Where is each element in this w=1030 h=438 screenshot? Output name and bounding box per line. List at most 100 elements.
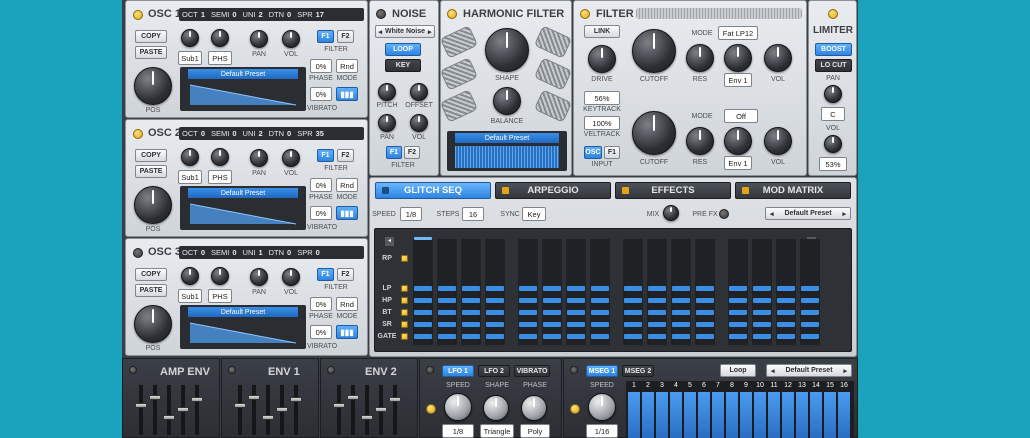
seq-step-on[interactable] [624, 334, 642, 339]
lfo1-tab[interactable]: LFO 1 [442, 365, 474, 377]
filter2-env-knob[interactable] [724, 127, 752, 155]
seq-step-on[interactable] [801, 286, 819, 291]
seq-step-on[interactable] [729, 298, 747, 303]
mseg-preset-select[interactable]: ◂ Default Preset ▸ [766, 364, 852, 377]
osc-filter1-button[interactable]: F1 [317, 30, 334, 43]
env2-led[interactable] [327, 366, 335, 374]
osc-mode-piano-button[interactable]: ▮▮▮ [336, 87, 358, 101]
mseg-step-bar[interactable] [684, 392, 696, 438]
seq-step-on[interactable] [567, 334, 585, 339]
env-fader-cap[interactable] [333, 403, 345, 408]
noise-vol-knob[interactable] [410, 114, 428, 132]
seq-step-column[interactable] [413, 239, 433, 345]
seq-step-on[interactable] [486, 334, 504, 339]
seq-step-on[interactable] [591, 286, 609, 291]
seq-mix-knob[interactable] [663, 205, 679, 221]
mseg-step-bar[interactable] [740, 392, 752, 438]
noise-type-select[interactable]: ◂ White Noise ▸ [375, 25, 435, 38]
seq-step-column[interactable] [542, 239, 562, 345]
osc-phs-select[interactable]: PHS [208, 51, 232, 65]
mseg-step-bar[interactable] [754, 392, 766, 438]
osc-pan-knob[interactable] [250, 149, 268, 167]
osc-phase-value[interactable]: 0% [310, 178, 332, 192]
osc-random-button[interactable]: Rnd [336, 297, 358, 311]
filter-power-led[interactable] [580, 9, 590, 19]
mseg-step-bar[interactable] [712, 392, 724, 438]
seq-row-toggle[interactable] [401, 333, 408, 340]
seq-step-on[interactable] [462, 286, 480, 291]
tab-mod-matrix[interactable]: MOD MATRIX [735, 182, 851, 199]
seq-step-on[interactable] [486, 286, 504, 291]
vibrato-tab[interactable]: VIBRATO [514, 365, 550, 377]
osc-tuning-value[interactable]: 0 [232, 248, 236, 257]
osc-tuning-value[interactable]: 1 [258, 248, 262, 257]
seq-step-on[interactable] [672, 322, 690, 327]
osc-pan-knob[interactable] [250, 268, 268, 286]
seq-step-on[interactable] [753, 322, 771, 327]
seq-step-on[interactable] [591, 322, 609, 327]
seq-step-on[interactable] [567, 322, 585, 327]
env-fader-track[interactable] [135, 385, 147, 435]
amp-env-faders[interactable] [135, 385, 215, 435]
osc-tuning-display[interactable]: OCT 1 SEMI 0 UNI 2 DTN 0 SPR 17 [179, 8, 364, 21]
env2-faders[interactable] [333, 385, 413, 435]
osc-vibrato-value[interactable]: 0% [310, 325, 332, 339]
seq-step-on[interactable] [729, 310, 747, 315]
seq-step-on[interactable] [696, 322, 714, 327]
seq-step-on[interactable] [777, 310, 795, 315]
osc-sub-select[interactable]: Sub1 [178, 289, 202, 303]
filter1-env-select[interactable]: Env 1 [724, 73, 752, 87]
mseg2-tab[interactable]: MSEG 2 [622, 365, 654, 377]
osc-filter2-button[interactable]: F2 [337, 149, 354, 162]
osc-random-button[interactable]: Rnd [336, 59, 358, 73]
osc-wavetable-display[interactable]: Default Preset [180, 305, 306, 349]
osc-sub-select[interactable]: Sub1 [178, 170, 202, 184]
seq-step-on[interactable] [648, 286, 666, 291]
filter-input-f1-button[interactable]: F1 [604, 146, 620, 159]
env-fader-track[interactable] [347, 385, 359, 435]
env-fader-cap[interactable] [191, 397, 203, 402]
seq-step-on[interactable] [624, 322, 642, 327]
seq-prefx-toggle[interactable] [719, 209, 729, 219]
osc-random-button[interactable]: Rnd [336, 178, 358, 192]
harmonic-preset-display[interactable]: Default Preset [447, 131, 567, 171]
mseg1-tab[interactable]: MSEG 1 [586, 365, 618, 377]
seq-step-on[interactable] [486, 322, 504, 327]
seq-step-on[interactable] [672, 334, 690, 339]
osc-power-led[interactable] [133, 10, 143, 20]
seq-step-on[interactable] [591, 310, 609, 315]
seq-row-toggle[interactable] [401, 297, 408, 304]
osc-phase-value[interactable]: 0% [310, 297, 332, 311]
osc-wavetable-display[interactable]: Default Preset [180, 67, 306, 111]
osc-phase-value[interactable]: 0% [310, 59, 332, 73]
seq-step-on[interactable] [648, 322, 666, 327]
lfo2-tab[interactable]: LFO 2 [478, 365, 510, 377]
mseg-step-bar[interactable] [628, 392, 640, 438]
noise-filter1-button[interactable]: F1 [386, 146, 402, 159]
osc-mode-piano-button[interactable]: ▮▮▮ [336, 206, 358, 220]
noise-key-button[interactable]: KEY [385, 59, 421, 72]
env-fader-cap[interactable] [389, 397, 401, 402]
harmonic-power-led[interactable] [447, 9, 457, 19]
osc-filter2-button[interactable]: F2 [337, 268, 354, 281]
osc-mode-piano-button[interactable]: ▮▮▮ [336, 325, 358, 339]
osc-tuning-value[interactable]: 0 [232, 129, 236, 138]
seq-step-on[interactable] [729, 334, 747, 339]
amp-env-led[interactable] [129, 366, 137, 374]
seq-step-column[interactable] [518, 239, 538, 345]
seq-step-on[interactable] [777, 334, 795, 339]
env-fader-track[interactable] [163, 385, 175, 435]
env-fader-cap[interactable] [361, 415, 373, 420]
harmonic-balance-knob[interactable] [493, 87, 521, 115]
lfo-phase-knob[interactable] [521, 395, 547, 421]
env-fader-cap[interactable] [177, 407, 189, 412]
seq-step-on[interactable] [519, 298, 537, 303]
seq-step-on[interactable] [696, 310, 714, 315]
osc-paste-button[interactable]: PASTE [135, 165, 167, 178]
filter2-cutoff-knob[interactable] [632, 111, 676, 155]
osc-tuning-value[interactable]: 0 [287, 248, 291, 257]
mseg-speed-value[interactable]: 1/16 [586, 424, 618, 438]
seq-step-on[interactable] [567, 310, 585, 315]
osc-tuning-value[interactable]: 2 [258, 129, 262, 138]
env-fader-cap[interactable] [248, 395, 260, 400]
